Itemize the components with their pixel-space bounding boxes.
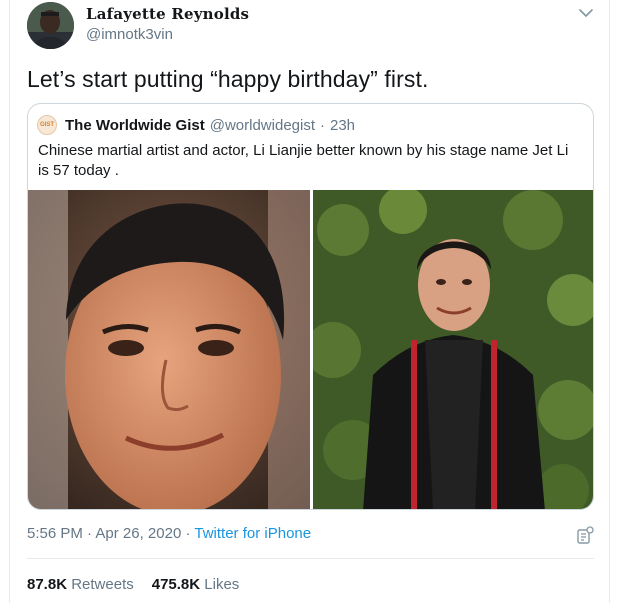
- avatar[interactable]: [27, 2, 74, 49]
- tweet-date[interactable]: Apr 26, 2020: [95, 525, 181, 542]
- quoted-display-name[interactable]: The Worldwide Gist: [65, 117, 205, 134]
- chevron-down-icon[interactable]: [577, 4, 595, 22]
- user-handle[interactable]: @imnotk3vin: [86, 26, 173, 43]
- divider: [27, 558, 594, 559]
- quoted-photo-right[interactable]: [313, 190, 593, 509]
- quoted-separator: ·: [320, 116, 325, 134]
- meta-separator: ·: [185, 525, 191, 542]
- quoted-photo-left[interactable]: [28, 190, 310, 509]
- quoted-tweet-text: Chinese martial artist and actor, Li Lia…: [38, 142, 569, 179]
- engagement-stats: 87.8K Retweets 475.8K Likes: [27, 576, 239, 593]
- tweet-text: Let’s start putting “happy birthday” fir…: [27, 66, 429, 92]
- likes-label: Likes: [204, 576, 240, 593]
- tweet-source-link[interactable]: Twitter for iPhone: [194, 525, 311, 542]
- meta-separator: ·: [87, 525, 93, 542]
- quoted-tweet-header: GIST The Worldwide Gist @worldwidegist ·…: [37, 115, 355, 135]
- quoted-avatar[interactable]: GIST: [37, 115, 57, 135]
- tweet-time[interactable]: 5:56 PM: [27, 525, 83, 542]
- quoted-tweet[interactable]: GIST The Worldwide Gist @worldwidegist ·…: [27, 103, 594, 510]
- likes-count: 475.8K: [151, 576, 201, 593]
- analytics-icon[interactable]: [576, 526, 594, 544]
- retweets-stat[interactable]: 87.8K Retweets: [27, 576, 134, 593]
- retweets-label: Retweets: [71, 576, 134, 593]
- tweet-meta: 5:56 PM · Apr 26, 2020 · Twitter for iPh…: [27, 525, 311, 542]
- likes-stat[interactable]: 475.8K Likes: [152, 576, 240, 593]
- display-name[interactable]: Lafayette Reynolds: [86, 5, 249, 23]
- quoted-user-handle[interactable]: @worldwidegist: [210, 117, 315, 134]
- retweets-count: 87.8K: [27, 576, 68, 593]
- quoted-timestamp[interactable]: 23h: [330, 117, 355, 134]
